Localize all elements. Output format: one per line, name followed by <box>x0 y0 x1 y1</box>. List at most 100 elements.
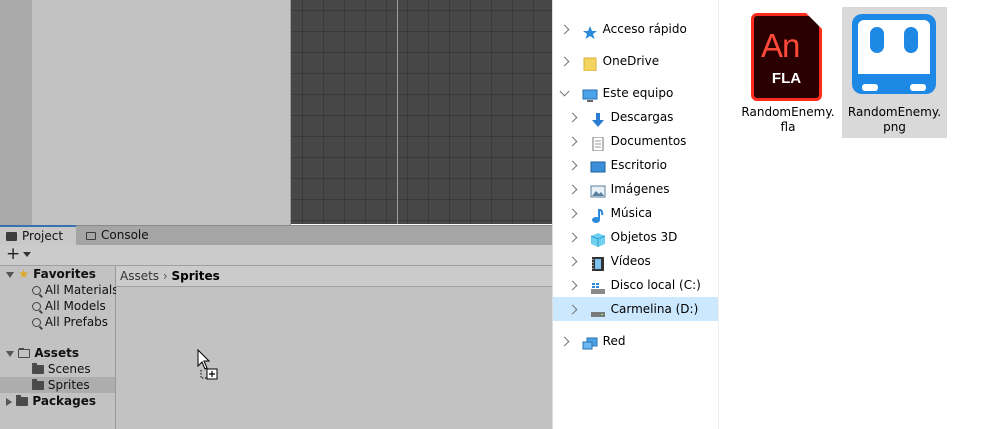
tree-item-all-prefabs[interactable]: All Prefabs <box>0 314 115 330</box>
tab-label: Project <box>22 229 64 243</box>
an-badge-text: An <box>761 27 800 64</box>
chevron-right-icon[interactable] <box>567 304 578 315</box>
expand-arrow-icon[interactable] <box>6 350 14 357</box>
file-name: RandomEnemy.fla <box>741 105 835 134</box>
nav-item-documents[interactable]: Documentos <box>553 129 719 153</box>
nav-item-local-disk-c[interactable]: Disco local (C:) <box>553 273 719 297</box>
tree-label: Scenes <box>47 362 91 376</box>
chevron-right-icon[interactable] <box>567 184 578 195</box>
tab-project[interactable]: Project <box>0 225 76 245</box>
document-icon <box>590 135 606 151</box>
chevron-right-icon[interactable] <box>567 112 578 123</box>
tree-packages[interactable]: Packages <box>0 393 115 409</box>
tab-console[interactable]: Console <box>80 226 170 245</box>
chevron-right-icon[interactable] <box>567 208 578 219</box>
unity-left-panel <box>0 0 32 225</box>
scene-axis-line <box>397 0 398 224</box>
chevron-right-icon[interactable] <box>567 256 578 267</box>
chevron-right-icon[interactable] <box>567 160 578 171</box>
tree-label: Sprites <box>47 378 90 392</box>
dropdown-caret-icon[interactable] <box>23 252 31 257</box>
breadcrumb-assets[interactable]: Assets <box>120 269 159 283</box>
drive-icon <box>590 303 606 317</box>
tree-favorites[interactable]: ★ Favorites <box>0 266 115 282</box>
project-toolbar <box>0 245 552 266</box>
asset-drop-area[interactable] <box>116 287 552 429</box>
chevron-down-icon[interactable] <box>559 86 570 97</box>
tree-label: Packages <box>32 394 97 408</box>
nav-item-network[interactable]: Red <box>553 329 719 353</box>
nav-label: Imágenes <box>610 182 670 196</box>
tab-label: Console <box>101 228 149 242</box>
robot-face-icon <box>852 14 936 94</box>
nav-label: Escritorio <box>610 158 668 172</box>
search-icon <box>32 318 41 327</box>
film-icon <box>590 255 606 271</box>
tree-item-all-materials[interactable]: All Materials <box>0 282 119 298</box>
search-icon <box>32 286 41 295</box>
nav-label: Música <box>610 206 653 220</box>
pane-divider <box>718 0 719 429</box>
add-asset-button[interactable]: + <box>6 246 20 263</box>
nav-item-onedrive[interactable]: OneDrive <box>553 49 719 73</box>
picture-icon <box>590 183 606 197</box>
nav-item-videos[interactable]: Vídeos <box>553 249 719 273</box>
tree-item-all-models[interactable]: All Models <box>0 298 115 314</box>
breadcrumb-separator: › <box>162 269 168 283</box>
animate-fla-icon: An FLA <box>751 13 822 101</box>
breadcrumb-sprites[interactable]: Sprites <box>172 269 220 283</box>
collapse-arrow-icon[interactable] <box>6 397 12 406</box>
tree-item-scenes[interactable]: Scenes <box>0 361 115 377</box>
folder-icon <box>32 379 44 390</box>
tree-label: Favorites <box>33 267 96 281</box>
nav-item-quick-access[interactable]: Acceso rápido <box>553 17 719 41</box>
nav-label: Disco local (C:) <box>610 278 701 292</box>
star-pin-icon <box>582 23 598 39</box>
fla-badge-text: FLA <box>771 70 802 87</box>
nav-item-this-pc[interactable]: Este equipo <box>553 81 719 105</box>
nav-item-3d-objects[interactable]: Objetos 3D <box>553 225 719 249</box>
desktop-icon <box>590 159 606 173</box>
tree-label: All Prefabs <box>44 315 109 329</box>
music-note-icon <box>590 207 606 223</box>
drag-copy-cursor-icon <box>197 348 218 380</box>
nav-label: Carmelina (D:) <box>610 302 699 316</box>
explorer-navigation-pane: Acceso rápido OneDrive Este equipo Desca… <box>552 0 719 429</box>
nav-item-desktop[interactable]: Escritorio <box>553 153 719 177</box>
console-icon <box>86 231 96 240</box>
star-icon: ★ <box>18 267 29 281</box>
chevron-right-icon[interactable] <box>567 232 578 243</box>
scene-view[interactable] <box>291 0 552 224</box>
nav-label: Acceso rápido <box>602 22 687 36</box>
chevron-right-icon[interactable] <box>567 280 578 291</box>
tree-assets[interactable]: Assets <box>0 345 115 361</box>
download-arrow-icon <box>590 111 606 127</box>
chevron-right-icon[interactable] <box>559 56 570 67</box>
windows-drive-icon <box>590 279 606 294</box>
folder-icon <box>582 55 598 71</box>
folder-icon <box>6 232 17 241</box>
computer-icon <box>582 87 598 102</box>
folder-open-icon <box>18 348 31 358</box>
tree-label: All Materials <box>44 283 119 297</box>
nav-label: Vídeos <box>610 254 651 268</box>
folder-icon <box>16 395 29 406</box>
nav-label: OneDrive <box>602 54 660 68</box>
nav-label: Red <box>602 334 626 348</box>
tree-label: All Models <box>44 299 106 313</box>
nav-item-carmelina-d[interactable]: Carmelina (D:) <box>553 297 719 321</box>
chevron-right-icon[interactable] <box>559 24 570 35</box>
chevron-right-icon[interactable] <box>559 336 570 347</box>
network-icon <box>582 335 598 349</box>
chevron-right-icon[interactable] <box>567 136 578 147</box>
expand-arrow-icon[interactable] <box>6 271 14 278</box>
tree-item-sprites[interactable]: Sprites <box>0 377 115 393</box>
unity-hierarchy-panel <box>32 0 291 225</box>
nav-item-music[interactable]: Música <box>553 201 719 225</box>
nav-item-pictures[interactable]: Imágenes <box>553 177 719 201</box>
nav-label: Descargas <box>610 110 674 124</box>
nav-label: Este equipo <box>602 86 674 100</box>
nav-item-downloads[interactable]: Descargas <box>553 105 719 129</box>
file-name: RandomEnemy.png <box>847 105 942 134</box>
search-icon <box>32 302 41 311</box>
